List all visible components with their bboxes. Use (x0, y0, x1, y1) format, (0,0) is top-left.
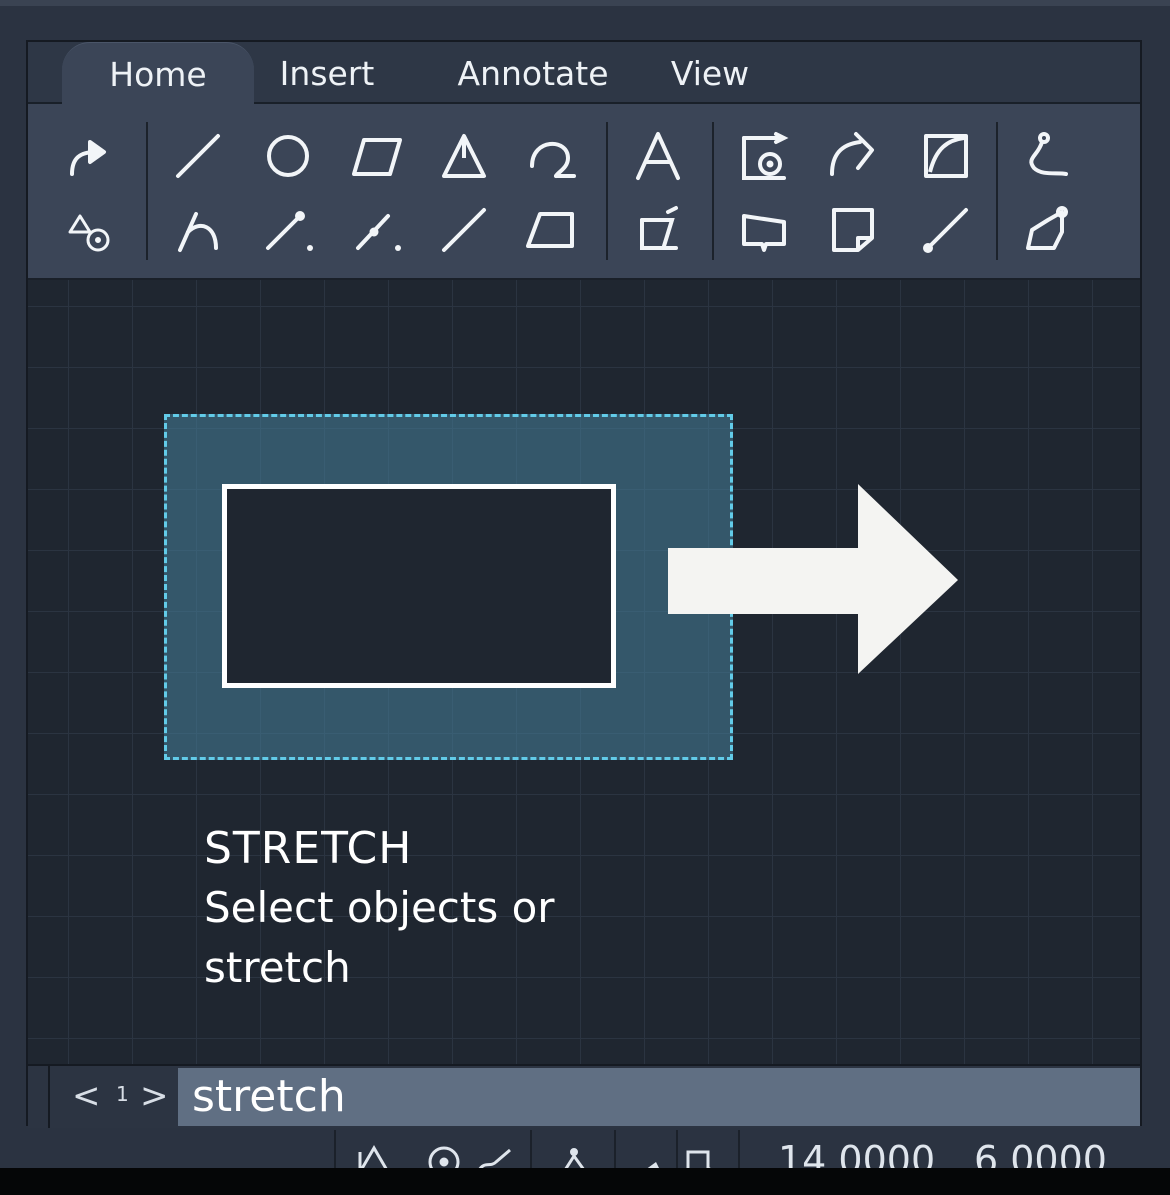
status-separator (334, 1130, 336, 1170)
edit-shape-icon[interactable] (1018, 202, 1074, 258)
history-next-button[interactable]: > (140, 1074, 169, 1118)
history-prev-button[interactable]: < (72, 1074, 101, 1118)
status-separator (676, 1130, 678, 1170)
status-separator (614, 1130, 616, 1170)
prompt-text-line2: stretch (204, 943, 351, 992)
dynamic-input-icon[interactable] (554, 1142, 594, 1170)
top-border (0, 0, 1170, 6)
tab-view[interactable]: View (658, 42, 762, 104)
dimension-icon[interactable] (630, 202, 686, 258)
polyline-icon[interactable] (170, 202, 226, 258)
measure-line-icon[interactable] (918, 202, 974, 258)
trapezoid-icon[interactable] (522, 202, 578, 258)
screen-bottom-edge (0, 1168, 1170, 1195)
slash-icon[interactable] (436, 202, 492, 258)
coordinate-y: 6.0000 (974, 1138, 1107, 1170)
command-input[interactable] (178, 1068, 1140, 1126)
skew-box-icon[interactable] (918, 128, 974, 184)
triangle-icon[interactable] (436, 128, 492, 184)
command-line-grip (48, 1066, 50, 1128)
status-separator (738, 1130, 740, 1170)
redo-arrow-icon[interactable] (60, 128, 116, 184)
polar-tracking-icon[interactable] (474, 1142, 514, 1170)
command-name: STRETCH (204, 823, 413, 874)
status-separator (530, 1130, 532, 1170)
lineweight-icon[interactable] (630, 1142, 670, 1170)
circle-icon[interactable] (260, 128, 316, 184)
ribbon-tab-bar: Home Insert Annotate View (28, 42, 1140, 105)
line-icon[interactable] (170, 128, 226, 184)
ribbon-separator (712, 122, 714, 260)
insert-block-icon[interactable] (736, 128, 792, 184)
tab-home[interactable]: Home (62, 42, 254, 105)
ribbon-separator (996, 122, 998, 260)
rectangle-tab-icon[interactable] (736, 202, 792, 258)
drawing-canvas[interactable]: STRETCH Select objects or stretch (28, 280, 1140, 1064)
text-icon[interactable] (630, 128, 686, 184)
ribbon-toolbar (28, 104, 1140, 280)
tab-annotate[interactable]: Annotate (442, 42, 624, 104)
tab-insert[interactable]: Insert (262, 42, 392, 104)
cad-window: Home Insert Annotate View STRETCH Select… (26, 40, 1142, 1128)
curve-arrow-icon[interactable] (824, 128, 880, 184)
arc-icon[interactable] (522, 128, 578, 184)
status-bar: 14.0000 6.0000 (334, 1130, 1170, 1170)
command-line-bar: < 1 > (28, 1064, 1140, 1128)
command-prompt-overlay: STRETCH Select objects or stretch (204, 820, 555, 998)
ribbon-separator (146, 122, 148, 260)
parallelogram-icon[interactable] (348, 128, 404, 184)
ray-icon[interactable] (260, 202, 316, 258)
object-snap-icon[interactable] (424, 1142, 464, 1170)
stretch-direction-arrow (668, 484, 958, 674)
layout-icon[interactable] (684, 1142, 724, 1170)
coordinate-x: 14.0000 (778, 1138, 936, 1170)
ribbon-separator (606, 122, 608, 260)
construction-line-icon[interactable] (348, 202, 404, 258)
history-count: 1 (116, 1082, 129, 1106)
drawn-rectangle[interactable] (222, 484, 616, 688)
note-icon[interactable] (824, 202, 880, 258)
snap-mode-icon[interactable] (354, 1142, 394, 1170)
prompt-text-line1: Select objects or (204, 883, 555, 932)
shapes-icon[interactable] (60, 202, 116, 258)
spline-icon[interactable] (1018, 128, 1074, 184)
